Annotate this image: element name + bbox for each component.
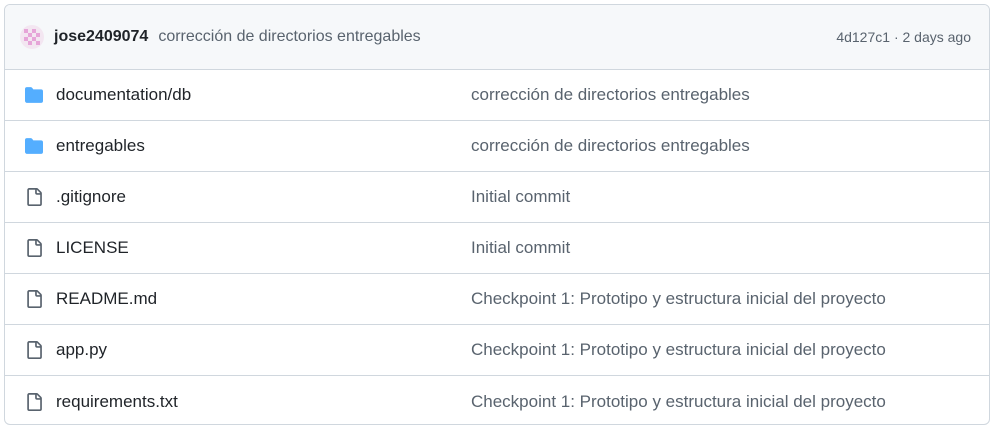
commit-time: 2 days ago [902, 29, 972, 45]
file-icon [23, 339, 45, 361]
file-browser: jose2409074 corrección de directorios en… [4, 4, 990, 425]
commit-meta: 4d127c1 · 2 days ago [836, 29, 971, 45]
file-commit-message-link[interactable]: Initial commit [471, 187, 570, 207]
file-row[interactable]: .gitignore Initial commit [5, 172, 989, 223]
file-list: documentation/db corrección de directorio… [5, 70, 989, 424]
file-icon [23, 288, 45, 310]
file-name-link[interactable]: .gitignore [56, 187, 126, 207]
file-row[interactable]: entregables corrección de directorios ent… [5, 121, 989, 172]
meta-separator: · [893, 29, 899, 45]
file-commit-message-link[interactable]: Checkpoint 1: Prototipo y estructura ini… [471, 340, 886, 360]
file-icon [23, 237, 45, 259]
user-avatar-icon[interactable] [20, 25, 44, 49]
latest-commit-bar: jose2409074 corrección de directorios en… [5, 5, 989, 70]
file-row[interactable]: README.md Checkpoint 1: Prototipo y estru… [5, 274, 989, 325]
file-name-link[interactable]: entregables [56, 136, 145, 156]
file-name-link[interactable]: app.py [56, 340, 107, 360]
folder-icon [23, 84, 45, 106]
file-icon [23, 186, 45, 208]
folder-icon [23, 135, 45, 157]
file-row[interactable]: app.py Checkpoint 1: Prototipo y estructu… [5, 325, 989, 376]
commit-author-link[interactable]: jose2409074 [54, 28, 148, 46]
file-commit-message-link[interactable]: Initial commit [471, 238, 570, 258]
file-commit-message-link[interactable]: corrección de directorios entregables [471, 136, 750, 156]
file-name-link[interactable]: documentation/db [56, 85, 191, 105]
commit-message-link[interactable]: corrección de directorios entregables [158, 28, 836, 46]
file-row[interactable]: LICENSE Initial commit [5, 223, 989, 274]
file-row[interactable]: requirements.txt Checkpoint 1: Prototipo … [5, 376, 989, 424]
file-row[interactable]: documentation/db corrección de directorio… [5, 70, 989, 121]
file-commit-message-link[interactable]: corrección de directorios entregables [471, 85, 750, 105]
file-icon [23, 391, 45, 413]
file-name-link[interactable]: LICENSE [56, 238, 129, 258]
file-name-link[interactable]: requirements.txt [56, 392, 178, 412]
commit-hash-link[interactable]: 4d127c1 [836, 29, 890, 45]
file-name-link[interactable]: README.md [56, 289, 157, 309]
file-commit-message-link[interactable]: Checkpoint 1: Prototipo y estructura ini… [471, 289, 886, 309]
file-commit-message-link[interactable]: Checkpoint 1: Prototipo y estructura ini… [471, 392, 886, 412]
